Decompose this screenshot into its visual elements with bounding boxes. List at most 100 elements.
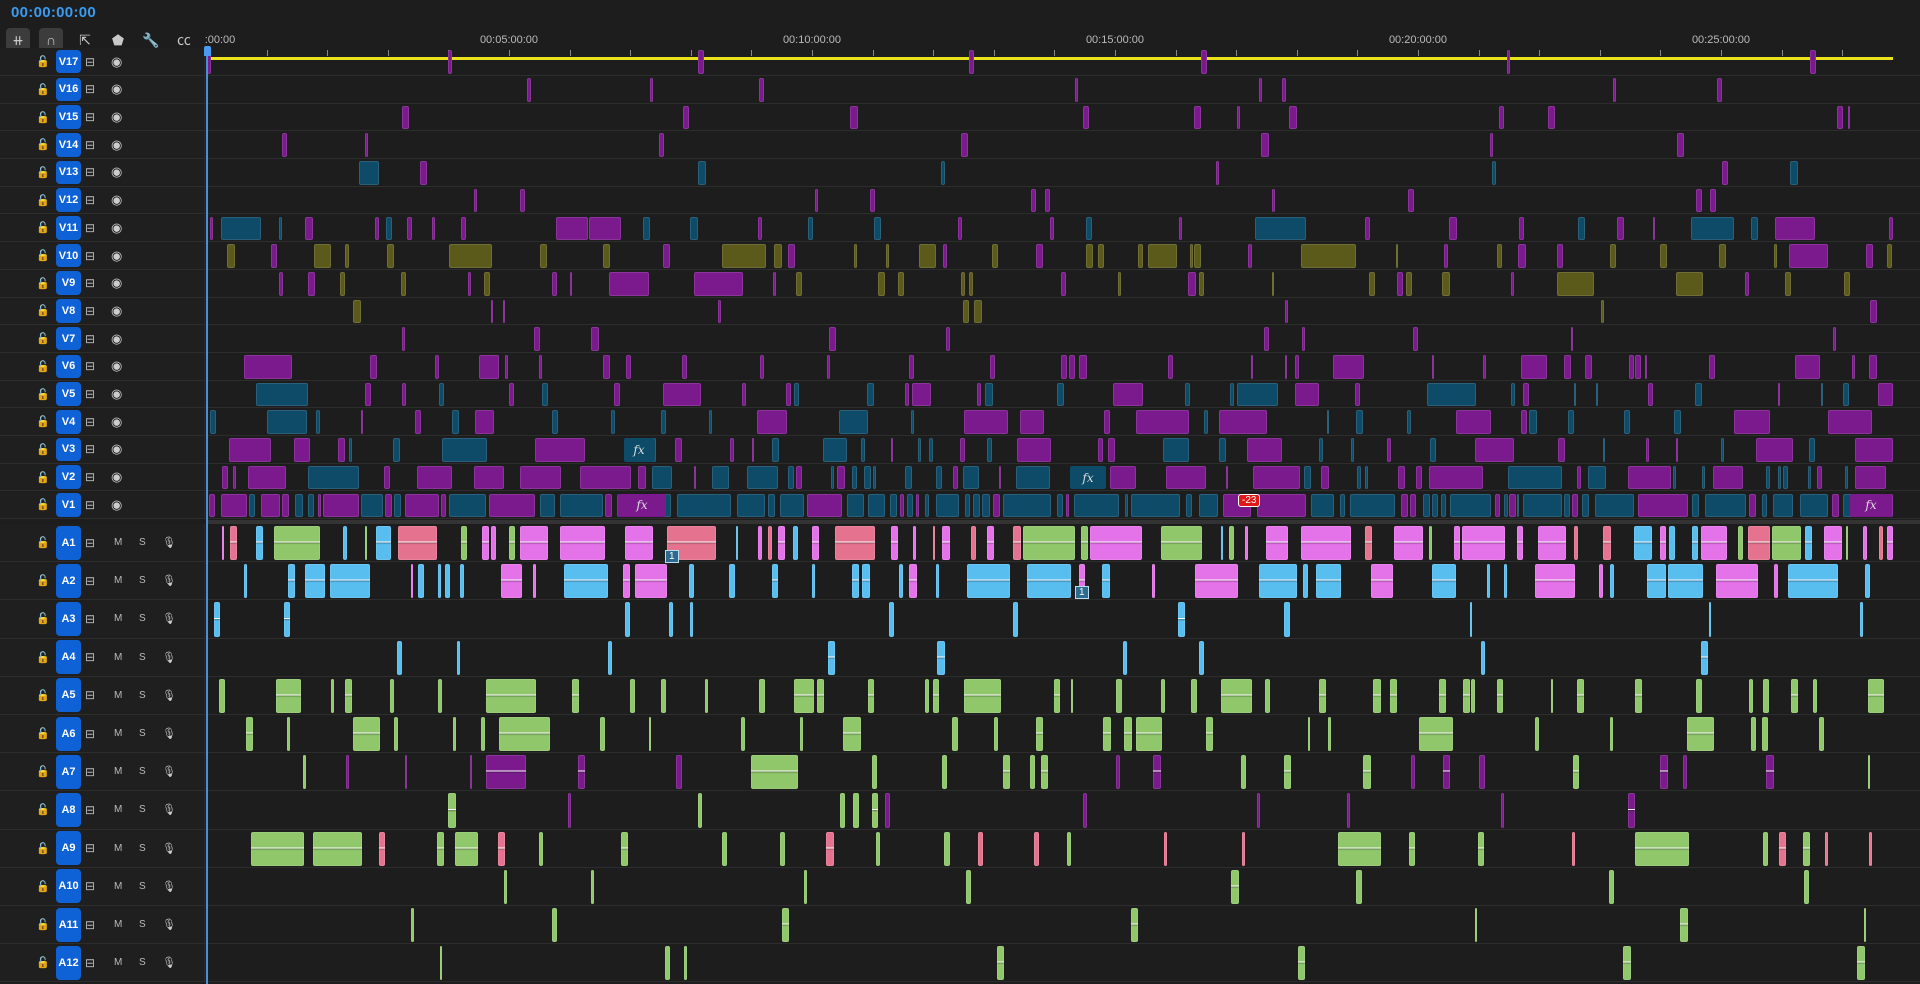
clip[interactable] (1660, 755, 1668, 790)
clip[interactable] (1683, 755, 1688, 790)
clip[interactable] (248, 465, 287, 490)
clip[interactable] (1585, 355, 1592, 379)
sync-lock-icon[interactable]: ⊟ (85, 249, 95, 263)
clip[interactable] (343, 526, 348, 561)
clip[interactable] (1289, 105, 1298, 130)
clip[interactable] (520, 526, 548, 561)
clip[interactable] (1307, 717, 1311, 752)
clip[interactable] (1198, 493, 1218, 518)
clip[interactable] (1673, 410, 1681, 435)
clip[interactable] (349, 438, 352, 462)
clip[interactable] (659, 133, 665, 158)
clip[interactable] (1522, 382, 1529, 407)
clip[interactable] (960, 438, 966, 462)
clip[interactable] (1788, 564, 1838, 599)
clip[interactable] (579, 465, 631, 490)
clip[interactable] (676, 755, 682, 790)
clip[interactable] (1622, 946, 1631, 981)
clip[interactable] (974, 299, 982, 324)
clip[interactable] (1228, 526, 1234, 561)
clip[interactable] (697, 50, 704, 74)
mute-button[interactable]: M (114, 652, 122, 663)
clip[interactable] (937, 640, 945, 675)
clip[interactable] (385, 216, 393, 241)
clip[interactable] (1049, 216, 1054, 241)
clip[interactable] (1101, 564, 1110, 599)
clip[interactable] (1865, 564, 1871, 599)
track-target-button[interactable]: A11 (56, 907, 81, 942)
clip[interactable] (1373, 678, 1382, 713)
clip[interactable] (1859, 602, 1864, 637)
clip[interactable] (1471, 678, 1475, 713)
lock-icon[interactable]: 🔓 (36, 388, 50, 401)
clip[interactable] (912, 382, 932, 407)
clip[interactable] (1163, 438, 1189, 462)
fx-clip[interactable]: fx (624, 438, 654, 462)
clip[interactable] (1070, 678, 1073, 713)
clip[interactable] (1504, 493, 1508, 518)
clip[interactable] (942, 526, 950, 561)
solo-button[interactable]: S (139, 728, 146, 739)
clip[interactable] (1563, 493, 1570, 518)
solo-button[interactable]: S (139, 843, 146, 854)
clip[interactable] (1548, 105, 1556, 130)
clip[interactable] (961, 271, 965, 296)
clip[interactable] (987, 526, 994, 561)
clip[interactable] (1161, 678, 1166, 713)
clip[interactable] (1455, 410, 1492, 435)
clip[interactable] (1501, 793, 1504, 828)
lock-icon[interactable]: 🔓 (36, 956, 50, 969)
clip[interactable] (1098, 244, 1105, 268)
track-target-button[interactable]: A2 (56, 563, 81, 598)
sync-lock-icon[interactable]: ⊟ (85, 956, 95, 970)
clip[interactable] (1407, 188, 1415, 213)
clip[interactable] (807, 493, 842, 518)
clip[interactable] (1712, 465, 1744, 490)
clip[interactable] (1184, 382, 1191, 407)
clip[interactable] (793, 678, 814, 713)
clip[interactable] (872, 465, 876, 490)
clip[interactable] (1598, 564, 1604, 599)
clip[interactable] (668, 602, 674, 637)
clip[interactable] (1303, 465, 1311, 490)
clip[interactable] (283, 602, 291, 637)
clip[interactable] (330, 678, 335, 713)
clip[interactable] (1123, 717, 1132, 752)
clip[interactable] (1431, 564, 1456, 599)
solo-button[interactable]: S (139, 690, 146, 701)
clip[interactable] (850, 105, 858, 130)
clip[interactable] (1802, 831, 1810, 866)
clip[interactable] (1602, 438, 1606, 462)
clip[interactable] (1241, 755, 1246, 790)
clip[interactable] (1167, 355, 1173, 379)
clip[interactable] (1347, 793, 1350, 828)
track-target-button[interactable]: A10 (56, 869, 81, 904)
clip[interactable] (386, 244, 394, 268)
clip[interactable] (1443, 755, 1451, 790)
clip[interactable] (1354, 382, 1361, 407)
clip[interactable] (448, 493, 486, 518)
clip[interactable] (400, 271, 407, 296)
clip[interactable] (1521, 355, 1548, 379)
clip[interactable] (1805, 526, 1812, 561)
eye-icon[interactable]: ◉ (111, 386, 122, 402)
clip[interactable] (1108, 438, 1116, 462)
clip[interactable] (383, 465, 390, 490)
clip[interactable] (1595, 382, 1599, 407)
clip[interactable] (244, 564, 247, 599)
microphone-icon[interactable]: 🎙 (162, 536, 176, 549)
clip[interactable] (1789, 244, 1828, 268)
sync-lock-icon[interactable]: ⊟ (85, 82, 95, 96)
microphone-icon[interactable]: 🎙 (162, 918, 176, 931)
clip[interactable] (1193, 244, 1201, 268)
audio-level-badge[interactable]: -23 (1238, 494, 1261, 507)
lock-icon[interactable]: 🔓 (36, 471, 50, 484)
clip[interactable] (1115, 678, 1122, 713)
clip[interactable] (1371, 564, 1393, 599)
clip[interactable] (1252, 465, 1300, 490)
sync-lock-icon[interactable]: ⊟ (85, 165, 95, 179)
clip[interactable] (209, 493, 215, 518)
clip[interactable] (969, 271, 974, 296)
clip[interactable] (1247, 438, 1283, 462)
mute-button[interactable]: M (114, 766, 122, 777)
